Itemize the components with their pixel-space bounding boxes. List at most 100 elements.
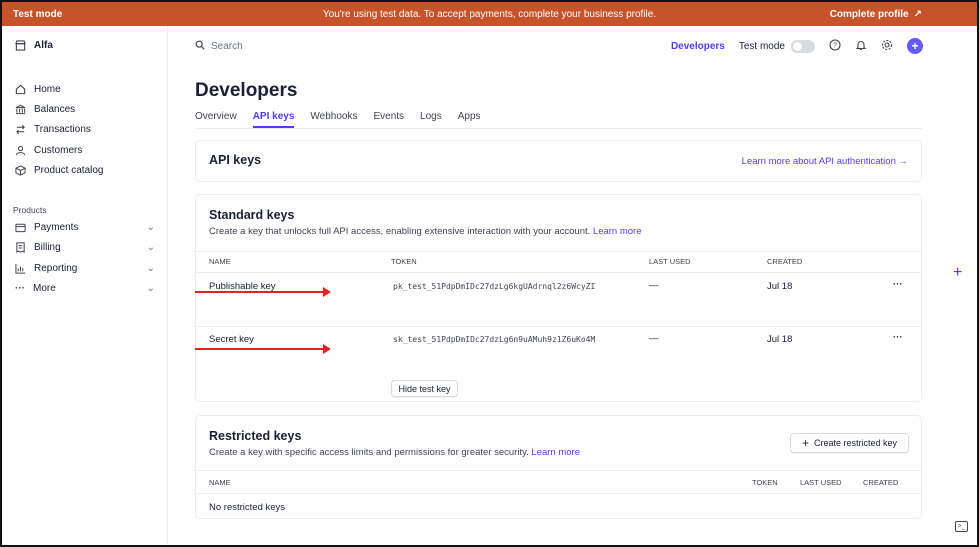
sidebar-item-product-catalog[interactable]: Product catalog	[15, 165, 155, 176]
table-divider	[196, 272, 921, 273]
tab-webhooks[interactable]: Webhooks	[310, 111, 357, 128]
plus-icon: +	[801, 436, 809, 450]
table-divider	[196, 470, 921, 471]
sidebar-item-billing[interactable]: Billing ⌄	[15, 242, 155, 253]
create-restricted-key-button[interactable]: + Create restricted key	[790, 433, 909, 453]
sidebar-item-payments[interactable]: Payments ⌄	[15, 222, 155, 233]
sidebar-item-balances[interactable]: Balances	[15, 104, 155, 115]
column-header-created: CREATED	[863, 478, 899, 487]
arrow-up-right-icon: ↗	[913, 8, 922, 20]
column-header-name: NAME	[209, 257, 231, 266]
complete-profile-link[interactable]: Complete profile ↗	[830, 9, 922, 20]
publishable-key-last-used: —	[649, 280, 659, 291]
table-divider	[196, 251, 921, 252]
complete-profile-label: Complete profile	[829, 8, 909, 20]
row-menu-button[interactable]: ···	[893, 279, 903, 290]
annotation-arrow	[195, 287, 331, 297]
developers-link[interactable]: Developers	[671, 41, 725, 52]
receipt-icon	[15, 242, 26, 253]
column-header-token: TOKEN	[391, 257, 417, 266]
gear-icon[interactable]	[881, 39, 893, 54]
chevron-down-icon: ⌄	[146, 283, 155, 294]
publishable-key-token[interactable]: pk_test_51PdpDmIDc27dzLg6kgUAdrnql2z6Wcy…	[393, 282, 595, 291]
developer-tabs: Overview API keys Webhooks Events Logs A…	[195, 111, 481, 128]
sidebar-item-label: Reporting	[34, 263, 78, 274]
store-icon	[15, 40, 26, 51]
test-mode-banner: Test mode You're using test data. To acc…	[2, 2, 977, 26]
column-header-name: NAME	[209, 478, 231, 487]
standard-keys-card: Standard keys Create a key that unlocks …	[195, 194, 922, 402]
account-switcher[interactable]: Alfa	[15, 40, 53, 51]
tabs-divider	[195, 128, 922, 129]
search-input[interactable]: Search	[195, 40, 243, 53]
learn-more-link[interactable]: Learn more	[531, 447, 580, 458]
sidebar-item-label: Transactions	[34, 124, 91, 135]
table-divider	[196, 326, 921, 327]
secret-key-token[interactable]: sk_test_51PdpDmIDc27dzLg6n9uAMuh9z1Z6uKo…	[393, 335, 595, 344]
plus-icon: +	[911, 39, 919, 53]
terminal-icon[interactable]: >_	[955, 521, 968, 532]
search-placeholder: Search	[211, 41, 243, 52]
add-panel-icon[interactable]: +	[953, 264, 962, 282]
help-icon[interactable]: ?	[829, 38, 841, 54]
sidebar-item-transactions[interactable]: Transactions	[15, 124, 155, 135]
sidebar: Alfa Home Balances Transactions Customer…	[2, 26, 168, 545]
tab-events[interactable]: Events	[373, 111, 404, 128]
restricted-keys-description: Create a key with specific access limits…	[209, 447, 580, 458]
sidebar-item-label: Customers	[34, 145, 83, 156]
wallet-icon	[15, 222, 26, 233]
api-auth-link[interactable]: Learn more about API authentication →	[742, 156, 908, 167]
tab-logs[interactable]: Logs	[420, 111, 442, 128]
column-header-last-used: LAST USED	[800, 478, 842, 487]
column-header-token: TOKEN	[752, 478, 778, 487]
api-keys-card: API keys Learn more about API authentica…	[195, 140, 922, 182]
sidebar-item-label: Billing	[34, 242, 61, 253]
empty-state-text: No restricted keys	[209, 502, 286, 513]
chevron-down-icon: ⌄	[146, 263, 155, 274]
sidebar-item-label: Product catalog	[34, 165, 104, 176]
sidebar-item-customers[interactable]: Customers	[15, 145, 155, 156]
test-mode-toggle[interactable]: Test mode	[738, 39, 815, 53]
home-icon	[15, 84, 26, 95]
api-keys-title: API keys	[209, 153, 262, 167]
chevron-down-icon: ⌄	[146, 242, 155, 253]
page-title: Developers	[195, 80, 298, 101]
sidebar-item-label: More	[33, 283, 56, 294]
products-section-label: Products	[13, 205, 47, 215]
secret-key-last-used: —	[649, 333, 659, 344]
row-menu-button[interactable]: ···	[893, 332, 903, 343]
hide-test-key-button[interactable]: Hide test key	[391, 380, 458, 397]
search-icon	[195, 40, 205, 53]
svg-text:?: ?	[833, 42, 837, 49]
restricted-keys-title: Restricted keys	[209, 429, 302, 443]
create-restricted-key-label: Create restricted key	[813, 438, 898, 448]
test-mode-label: Test mode	[738, 40, 785, 52]
learn-more-link[interactable]: Learn more	[593, 226, 642, 237]
secret-key-created: Jul 18	[767, 334, 793, 345]
dots-icon: ···	[15, 283, 25, 294]
bell-icon[interactable]	[855, 39, 867, 54]
standard-keys-title: Standard keys	[209, 208, 295, 222]
sidebar-item-label: Balances	[34, 104, 76, 115]
tab-apps[interactable]: Apps	[458, 111, 481, 128]
person-icon	[15, 145, 26, 156]
toggle-switch[interactable]	[791, 39, 815, 53]
chart-icon	[15, 263, 26, 274]
tab-overview[interactable]: Overview	[195, 111, 237, 128]
topbar-actions: Developers Test mode ? +	[671, 38, 923, 54]
table-divider	[196, 493, 921, 494]
column-header-last-used: LAST USED	[649, 257, 691, 266]
arrows-icon	[15, 124, 26, 135]
box-icon	[15, 165, 26, 176]
sidebar-item-label: Home	[34, 84, 61, 95]
sidebar-item-home[interactable]: Home	[15, 84, 155, 95]
bank-icon	[15, 104, 26, 115]
create-new-button[interactable]: +	[907, 38, 923, 54]
publishable-key-created: Jul 18	[767, 281, 793, 292]
tab-api-keys[interactable]: API keys	[252, 111, 295, 128]
sidebar-item-label: Payments	[34, 222, 79, 233]
sidebar-item-more[interactable]: ··· More ⌄	[15, 283, 155, 294]
sidebar-item-reporting[interactable]: Reporting ⌄	[15, 263, 155, 274]
annotation-arrow	[195, 344, 331, 354]
column-header-created: CREATED	[767, 257, 803, 266]
